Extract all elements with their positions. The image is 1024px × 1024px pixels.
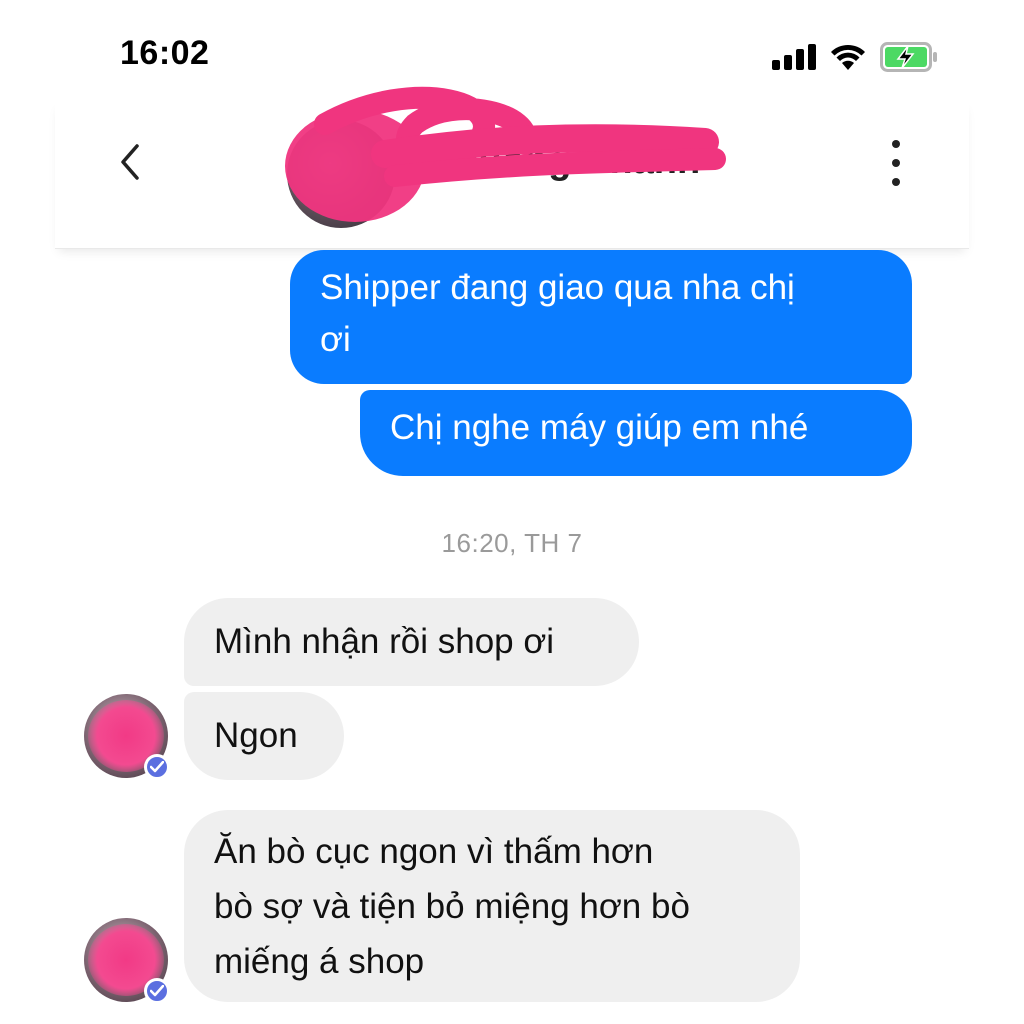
sender-avatar[interactable] [84, 694, 170, 780]
incoming-message[interactable]: Ngon [184, 692, 344, 780]
message-text-line: Ăn bò cục ngon vì thấm hơn [214, 832, 654, 871]
contact-avatar[interactable] [287, 120, 395, 228]
cellular-signal-icon [772, 44, 816, 70]
message-timestamp: 16:20, TH 7 [441, 528, 583, 558]
message-text: Mình nhận rồi shop ơi [214, 622, 555, 661]
contact-name[interactable]: Phuong Khanh [430, 140, 700, 183]
verified-badge-icon [144, 978, 170, 1004]
wifi-icon [831, 44, 865, 70]
outgoing-message[interactable]: Shipper đang giao qua nha chị ơi [290, 250, 912, 384]
verified-badge-icon [144, 754, 170, 780]
more-dot [892, 140, 900, 148]
message-text: Ngon [214, 716, 298, 755]
message-text-line: bò sợ và tiện bỏ miệng hơn bò [214, 887, 690, 926]
back-button[interactable] [111, 142, 151, 182]
more-dot [892, 159, 900, 167]
message-text-line: miếng á shop [214, 942, 425, 981]
message-text-line: ơi [320, 320, 351, 359]
status-icons [772, 40, 938, 74]
chat-header: Phuong Khanh [55, 86, 969, 249]
message-text: Chị nghe máy giúp em nhé [390, 408, 809, 447]
sender-avatar[interactable] [84, 918, 170, 1004]
status-bar: 16:02 [0, 0, 1024, 100]
outgoing-message[interactable]: Chị nghe máy giúp em nhé [360, 390, 912, 476]
more-options-button[interactable] [881, 140, 911, 186]
incoming-message[interactable]: Mình nhận rồi shop ơi [184, 598, 639, 686]
more-dot [892, 178, 900, 186]
message-text-line: Shipper đang giao qua nha chị [320, 268, 795, 307]
status-time: 16:02 [120, 34, 210, 72]
incoming-message[interactable]: Ăn bò cục ngon vì thấm hơn bò sợ và tiện… [184, 810, 800, 1002]
battery-charging-icon [880, 42, 937, 72]
